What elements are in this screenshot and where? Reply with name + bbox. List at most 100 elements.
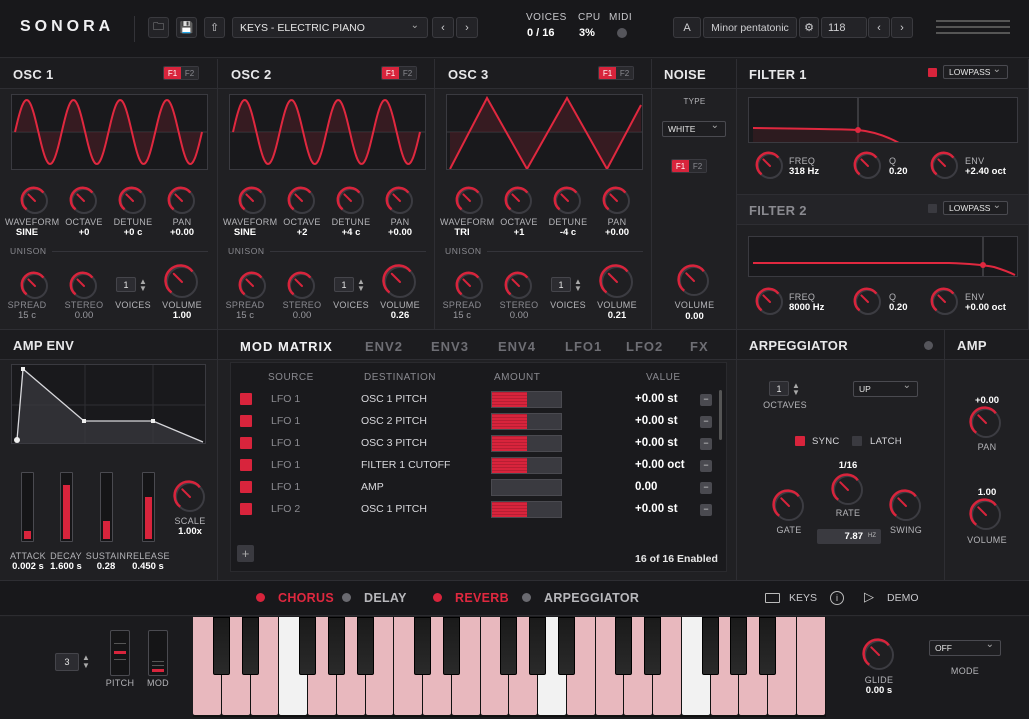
spread-knob[interactable] bbox=[238, 271, 268, 301]
chorus-indicator[interactable] bbox=[256, 593, 265, 602]
arp-enable-indicator[interactable] bbox=[924, 341, 933, 350]
tab-lfo2[interactable]: LFO2 bbox=[626, 339, 663, 354]
mod-destination[interactable]: FILTER 1 CUTOFF bbox=[361, 459, 450, 471]
sustain-fader[interactable] bbox=[100, 472, 113, 542]
mod-destination[interactable]: AMP bbox=[361, 481, 384, 493]
mode-dropdown[interactable]: OFF bbox=[929, 639, 1001, 656]
f2-option[interactable]: F2 bbox=[689, 160, 706, 172]
octave-knob[interactable] bbox=[69, 186, 99, 216]
waveform-knob[interactable] bbox=[20, 186, 50, 216]
filter1-enable-toggle[interactable] bbox=[928, 68, 937, 77]
mod-amount-slider[interactable] bbox=[491, 391, 562, 408]
next-preset-button[interactable]: › bbox=[456, 17, 478, 38]
mod-amount-slider[interactable] bbox=[491, 413, 562, 430]
settings-button[interactable]: ⚙ bbox=[799, 17, 819, 38]
add-mod-button[interactable]: + bbox=[237, 545, 254, 562]
detune-knob[interactable] bbox=[118, 186, 148, 216]
amp-env-display[interactable] bbox=[11, 364, 206, 444]
tempo-down-button[interactable]: ‹ bbox=[868, 17, 890, 38]
filter1-q-knob[interactable] bbox=[853, 151, 883, 181]
filter2-freq-knob[interactable] bbox=[755, 287, 785, 317]
black-key[interactable] bbox=[356, 617, 374, 675]
black-key[interactable] bbox=[730, 617, 748, 675]
mod-amount-slider[interactable] bbox=[491, 435, 562, 452]
octave-stepper[interactable]: 3 ▲ ▼ bbox=[55, 653, 90, 671]
mod-source[interactable]: LFO 1 bbox=[271, 459, 300, 471]
tab-env3[interactable]: ENV3 bbox=[431, 339, 469, 354]
black-key[interactable] bbox=[701, 617, 719, 675]
waveform-knob[interactable] bbox=[455, 186, 485, 216]
remove-row-button[interactable]: − bbox=[700, 438, 712, 450]
chorus-button[interactable]: CHORUS bbox=[278, 591, 334, 605]
black-key[interactable] bbox=[414, 617, 431, 675]
spread-knob[interactable] bbox=[455, 271, 485, 301]
mod-matrix-row[interactable]: LFO 2 OSC 1 PITCH +0.00 st − bbox=[238, 499, 728, 521]
waveform-knob[interactable] bbox=[238, 186, 268, 216]
stereo-knob[interactable] bbox=[69, 271, 99, 301]
updown-icon[interactable]: ▲ ▼ bbox=[792, 381, 800, 396]
pan-knob[interactable] bbox=[602, 186, 632, 216]
menu-icon[interactable] bbox=[936, 20, 1010, 34]
noise-type-dropdown[interactable]: WHITE bbox=[662, 120, 726, 137]
mod-amount-slider[interactable] bbox=[491, 479, 562, 496]
remove-row-button[interactable]: − bbox=[700, 504, 712, 516]
unison-voices-stepper[interactable]: 1 ▲ ▼ bbox=[334, 277, 365, 292]
mod-matrix-row[interactable]: LFO 1 OSC 3 PITCH +0.00 st − bbox=[238, 433, 728, 455]
updown-icon[interactable]: ▲ ▼ bbox=[574, 277, 582, 292]
filter2-q-knob[interactable] bbox=[853, 287, 883, 317]
mod-destination[interactable]: OSC 2 PITCH bbox=[361, 415, 427, 427]
black-key[interactable] bbox=[299, 617, 316, 675]
mod-amount-slider[interactable] bbox=[491, 457, 562, 474]
f2-option[interactable]: F2 bbox=[181, 67, 198, 79]
key-selector[interactable]: A bbox=[673, 17, 701, 38]
f1-option[interactable]: F1 bbox=[164, 67, 181, 79]
black-key[interactable] bbox=[615, 617, 633, 675]
unison-voices-stepper[interactable]: 1 ▲ ▼ bbox=[551, 277, 582, 292]
black-key[interactable] bbox=[557, 617, 575, 675]
mod-matrix-row[interactable]: LFO 1 OSC 2 PITCH +0.00 st − bbox=[238, 411, 728, 433]
amp-volume-knob[interactable] bbox=[969, 498, 1003, 532]
delay-indicator[interactable] bbox=[342, 593, 351, 602]
detune-knob[interactable] bbox=[553, 186, 583, 216]
mod-destination[interactable]: OSC 1 PITCH bbox=[361, 393, 427, 405]
arp-swing-knob[interactable] bbox=[889, 489, 923, 523]
play-icon[interactable]: ▷ bbox=[864, 589, 874, 605]
mod-matrix-row[interactable]: LFO 1 AMP 0.00 − bbox=[238, 477, 728, 499]
row-enable-toggle[interactable] bbox=[240, 481, 252, 493]
f2-option[interactable]: F2 bbox=[399, 67, 416, 79]
black-key[interactable] bbox=[212, 617, 230, 675]
remove-row-button[interactable]: − bbox=[700, 416, 712, 428]
amp-pan-knob[interactable] bbox=[969, 406, 1003, 440]
black-key[interactable] bbox=[529, 617, 546, 675]
black-key[interactable] bbox=[241, 617, 259, 675]
release-fader[interactable] bbox=[142, 472, 155, 542]
pan-knob[interactable] bbox=[167, 186, 197, 216]
mod-matrix-row[interactable]: LFO 1 OSC 1 PITCH +0.00 st − bbox=[238, 389, 728, 411]
filter1-curve-display[interactable] bbox=[748, 97, 1018, 143]
row-enable-toggle[interactable] bbox=[240, 415, 252, 427]
filter2-mode-dropdown[interactable]: LOWPASS bbox=[943, 200, 1008, 215]
export-button[interactable]: ⇧ bbox=[204, 17, 225, 38]
updown-icon[interactable]: ▲ ▼ bbox=[139, 277, 147, 292]
filter2-enable-toggle[interactable] bbox=[928, 204, 937, 213]
pan-knob[interactable] bbox=[385, 186, 415, 216]
arp-gate-knob[interactable] bbox=[772, 489, 806, 523]
sync-checkbox[interactable] bbox=[795, 436, 805, 446]
f1-option[interactable]: F1 bbox=[672, 160, 689, 172]
remove-row-button[interactable]: − bbox=[700, 394, 712, 406]
mod-source[interactable]: LFO 1 bbox=[271, 481, 300, 493]
spread-knob[interactable] bbox=[20, 271, 50, 301]
osc-filter-route-toggle[interactable]: F1 F2 bbox=[381, 66, 417, 80]
stereo-knob[interactable] bbox=[504, 271, 534, 301]
black-key[interactable] bbox=[500, 617, 518, 675]
mod-destination[interactable]: OSC 3 PITCH bbox=[361, 437, 427, 449]
black-key[interactable] bbox=[759, 617, 776, 675]
latch-checkbox[interactable] bbox=[852, 436, 862, 446]
tab-env2[interactable]: ENV2 bbox=[365, 339, 403, 354]
octave-knob[interactable] bbox=[287, 186, 317, 216]
preset-selector[interactable]: KEYS - ELECTRIC PIANO ⌄ bbox=[232, 17, 428, 38]
tab-lfo1[interactable]: LFO1 bbox=[565, 339, 602, 354]
noise-f1-f2-toggle[interactable]: F1 F2 bbox=[671, 159, 707, 173]
delay-button[interactable]: DELAY bbox=[364, 591, 407, 605]
row-enable-toggle[interactable] bbox=[240, 437, 252, 449]
